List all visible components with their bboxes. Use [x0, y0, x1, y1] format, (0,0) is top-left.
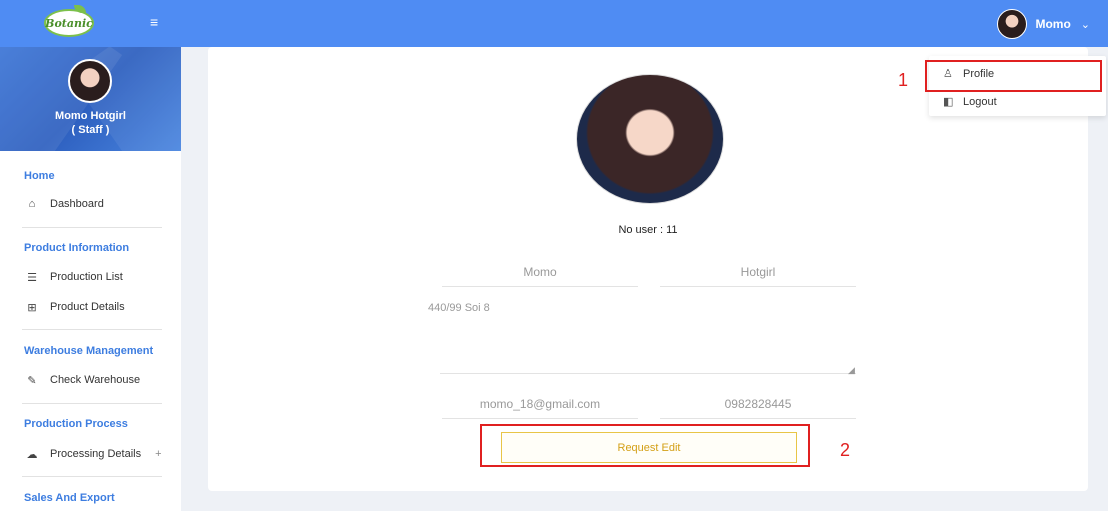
annotation-box-2	[480, 424, 810, 467]
user-name: Momo	[1035, 17, 1071, 31]
nav-section-product-information: Product Information	[24, 242, 130, 254]
user-number-label: No user : 11	[618, 224, 678, 236]
menu-icon[interactable]: ≡	[150, 15, 164, 29]
phone-field[interactable]	[660, 389, 856, 419]
sidebar-profile-role: ( Staff )	[71, 124, 110, 136]
email-field[interactable]	[442, 389, 638, 419]
avatar[interactable]	[68, 59, 112, 103]
home-icon: ⌂	[28, 198, 36, 210]
avatar	[997, 9, 1028, 39]
divider	[22, 476, 162, 477]
resize-handle-icon[interactable]: ◢	[848, 365, 855, 376]
sidebar-item-label: Dashboard	[50, 198, 104, 210]
profile-avatar	[576, 74, 724, 204]
menu-item-label: Logout	[963, 95, 997, 108]
top-navbar: Botanic ≡ Momo ⌄	[0, 0, 1108, 47]
last-name-field[interactable]	[660, 257, 856, 287]
brand-logo[interactable]: Botanic	[44, 5, 94, 37]
nav-section-warehouse-management: Warehouse Management	[24, 345, 154, 357]
annotation-number-1: 1	[898, 70, 909, 90]
list-icon: ☰	[27, 271, 37, 284]
sidebar-item-product-details[interactable]: ⊞ Product Details	[24, 298, 125, 316]
sidebar-item-processing-details[interactable]: ☁ Processing Details +	[24, 445, 162, 463]
user-menu-toggle[interactable]: Momo ⌄	[997, 9, 1090, 39]
divider	[22, 329, 162, 330]
sidebar-item-label: Processing Details	[50, 448, 142, 460]
sidebar-item-check-warehouse[interactable]: ✎ Check Warehouse	[24, 371, 140, 389]
divider	[22, 227, 162, 228]
chevron-down-icon: ⌄	[1080, 18, 1090, 31]
sidebar-item-label: Check Warehouse	[50, 374, 141, 386]
nav-section-home: Home	[24, 170, 55, 182]
grid-icon: ⊞	[27, 301, 37, 314]
expand-icon[interactable]: +	[155, 448, 161, 460]
sidebar-item-label: Production List	[50, 271, 123, 283]
edit-icon: ✎	[27, 374, 37, 387]
nav-section-sales-and-export: Sales And Export	[24, 492, 115, 504]
nav-section-production-process: Production Process	[24, 418, 128, 430]
brand-area: Botanic ≡	[0, 0, 181, 47]
annotation-box-1	[925, 60, 1102, 92]
cloud-icon: ☁	[26, 448, 38, 461]
logout-icon: ◧	[943, 96, 954, 108]
sidebar-profile-name: Momo Hotgirl	[55, 110, 126, 122]
divider	[22, 403, 162, 404]
menu-item-logout[interactable]: ◧ Logout	[943, 95, 997, 109]
sidebar: Momo Hotgirl ( Staff ) Home ⌂ Dashboard …	[0, 47, 181, 511]
annotation-number-2: 2	[840, 440, 851, 460]
sidebar-item-production-list[interactable]: ☰ Production List	[24, 268, 123, 286]
leaf-icon	[74, 5, 86, 13]
sidebar-item-label: Product Details	[50, 301, 125, 313]
first-name-field[interactable]	[442, 257, 638, 287]
brand-logo-text: Botanic	[45, 16, 93, 30]
address-underline	[440, 373, 856, 374]
sidebar-profile-card: Momo Hotgirl ( Staff )	[0, 47, 181, 151]
address-field[interactable]: 440/99 Soi 8	[428, 302, 490, 314]
sidebar-item-dashboard[interactable]: ⌂ Dashboard	[24, 195, 104, 213]
